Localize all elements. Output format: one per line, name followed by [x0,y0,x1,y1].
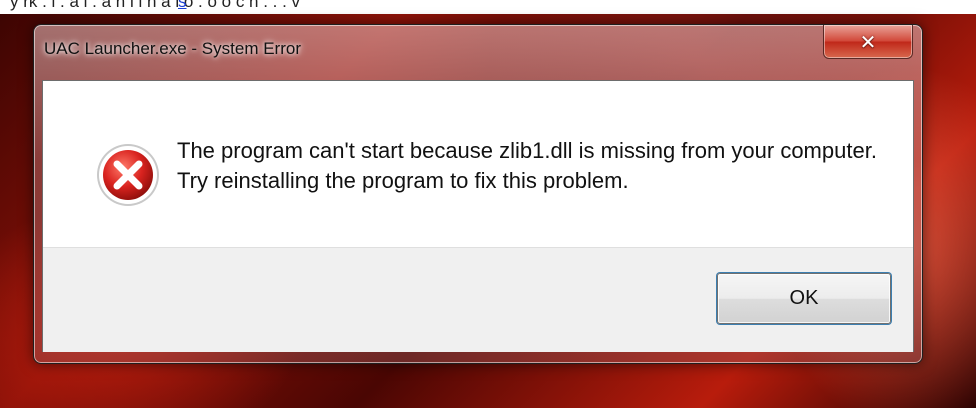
error-message: The program can't start because zlib1.dl… [177,138,877,193]
error-icon [97,144,159,206]
background-page-link[interactable]: s [178,0,187,12]
error-dialog-window: UAC Launcher.exe - System Error ✕ The pr… [33,24,923,364]
close-icon: ✕ [859,29,877,54]
dialog-content: The program can't start because zlib1.dl… [43,81,913,247]
background-page-strip: y rk . l . a l . a h i i h a i o . o o c… [0,0,976,14]
ok-button[interactable]: OK [717,273,891,324]
dialog-button-bar: OK [43,247,913,352]
window-title: UAC Launcher.exe - System Error [44,39,301,58]
close-button[interactable]: ✕ [823,25,913,59]
background-page-text: y rk . l . a l . a h i i h a i o . o o c… [10,0,301,11]
dialog-client-area: The program can't start because zlib1.dl… [42,80,914,352]
